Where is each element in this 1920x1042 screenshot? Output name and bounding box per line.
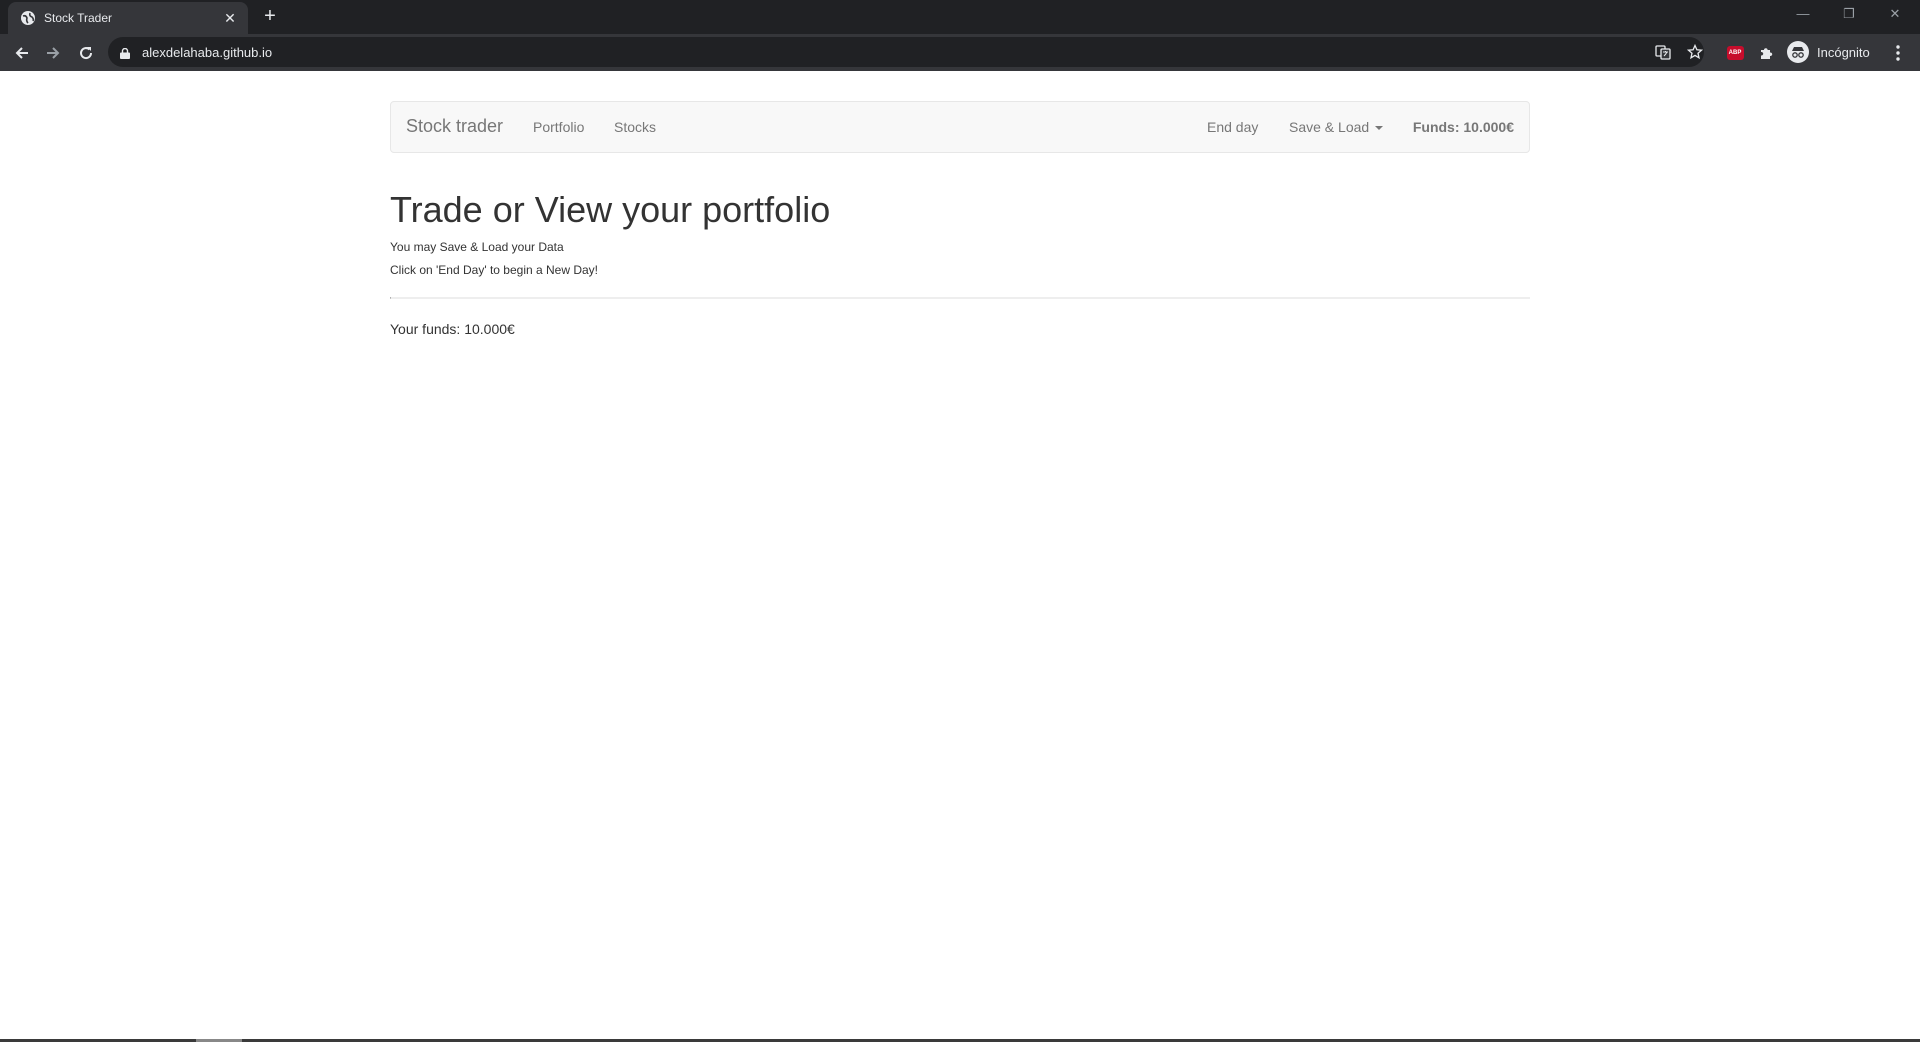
nav-portfolio-link[interactable]: Portfolio	[533, 119, 584, 135]
close-tab-icon[interactable]: ✕	[220, 8, 240, 28]
browser-toolbar: alexdelahaba.github.io ABP Incógnito	[0, 34, 1920, 71]
close-window-icon[interactable]: ✕	[1872, 0, 1918, 30]
divider	[390, 297, 1530, 299]
profile-label: Incógnito	[1817, 44, 1870, 60]
back-icon[interactable]	[8, 39, 36, 67]
caret-down-icon	[1375, 126, 1384, 131]
address-bar[interactable]: alexdelahaba.github.io	[108, 37, 1704, 67]
forward-icon[interactable]	[39, 39, 67, 67]
browser-tabstrip: Stock Trader ✕ + — ❐ ✕	[0, 0, 1920, 34]
save-load-dropdown[interactable]: Save & Load	[1289, 119, 1384, 135]
browser-menu-icon[interactable]	[1888, 43, 1908, 63]
extensions-puzzle-icon[interactable]	[1757, 43, 1777, 63]
minimize-icon[interactable]: —	[1780, 0, 1826, 30]
lock-icon	[120, 46, 130, 59]
page-title: Trade or View your portfolio	[390, 189, 831, 230]
browser-tab[interactable]: Stock Trader ✕	[8, 2, 248, 34]
save-load-hint: You may Save & Load your Data	[390, 240, 564, 254]
brand-link[interactable]: Stock trader	[406, 116, 503, 137]
bookmark-star-icon[interactable]	[1685, 42, 1705, 62]
translate-icon[interactable]	[1653, 42, 1673, 62]
new-tab-icon[interactable]: +	[258, 4, 282, 28]
end-day-hint: Click on 'End Day' to begin a New Day!	[390, 263, 599, 277]
reload-icon[interactable]	[72, 39, 100, 67]
globe-icon	[20, 10, 36, 26]
tab-title: Stock Trader	[44, 11, 113, 25]
adblock-extension-icon[interactable]: ABP	[1725, 43, 1745, 63]
your-funds-text: Your funds: 10.000€	[390, 321, 515, 337]
save-load-label: Save & Load	[1289, 119, 1370, 135]
url-text: alexdelahaba.github.io	[142, 45, 273, 60]
app-navbar: Stock trader Portfolio Stocks End day Sa…	[390, 101, 1530, 153]
restore-icon[interactable]: ❐	[1826, 0, 1872, 30]
end-day-link[interactable]: End day	[1207, 119, 1258, 135]
navbar-funds: Funds: 10.000€	[1412, 119, 1514, 135]
nav-stocks-link[interactable]: Stocks	[614, 119, 656, 135]
incognito-icon	[1787, 41, 1809, 63]
incognito-profile-button[interactable]: Incógnito	[1787, 39, 1870, 65]
